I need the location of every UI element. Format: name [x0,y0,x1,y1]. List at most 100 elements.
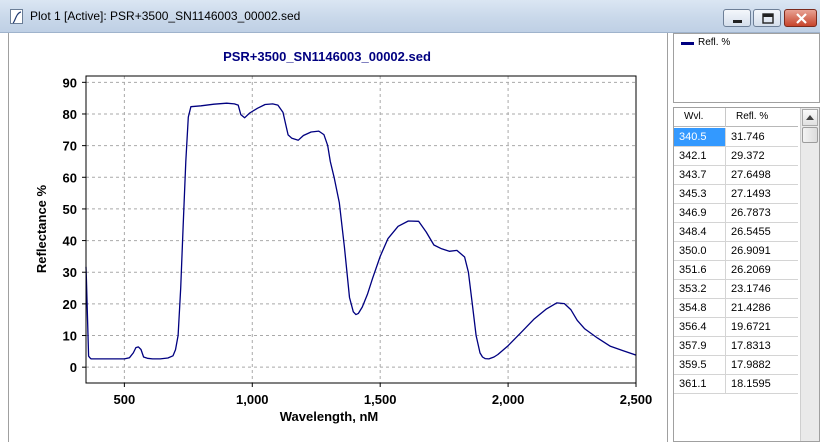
y-tick-label: 20 [63,297,77,312]
cell-reflectance[interactable]: 26.7873 [731,207,771,219]
cell-wavelength[interactable]: 340.5 [679,131,707,143]
cell-divider [725,261,726,280]
table-row[interactable]: 350.0 26.9091 [674,242,798,261]
table-row[interactable]: 356.4 19.6721 [674,318,798,337]
data-table[interactable]: Wvl. Refl. % 340.5 31.746 342.1 29.372 343.7… [673,107,820,442]
maximize-button[interactable] [753,9,781,27]
cell-divider [725,356,726,375]
cell-reflectance[interactable]: 31.746 [731,131,765,143]
y-tick-label: 90 [63,75,77,90]
close-icon [796,13,807,24]
cell-reflectance[interactable]: 27.6498 [731,169,771,181]
cell-reflectance[interactable]: 18.1595 [731,378,771,390]
table-row[interactable]: 348.4 26.5455 [674,223,798,242]
cell-wavelength[interactable]: 351.6 [679,264,707,276]
cell-wavelength[interactable]: 361.1 [679,378,707,390]
window-title-bar: Plot 1 [Active]: PSR+3500_SN1146003_0000… [0,0,820,33]
legend-swatch [681,42,694,45]
cell-reflectance[interactable]: 21.4286 [731,302,771,314]
scroll-up-button[interactable] [802,109,818,126]
cell-divider [725,318,726,337]
cell-divider [725,166,726,185]
cell-reflectance[interactable]: 23.1746 [731,283,771,295]
table-row[interactable]: 345.3 27.1493 [674,185,798,204]
window-title: Plot 1 [Active]: PSR+3500_SN1146003_0000… [30,9,301,23]
cell-divider [725,242,726,261]
cell-divider [725,375,726,394]
y-tick-label: 60 [63,170,77,185]
table-row[interactable]: 357.9 17.8313 [674,337,798,356]
x-tick-label: 1,500 [364,392,397,407]
cell-reflectance[interactable]: 26.5455 [731,226,771,238]
y-tick-label: 50 [63,202,77,217]
column-divider [725,108,726,127]
cell-reflectance[interactable]: 29.372 [731,150,765,162]
cell-divider [725,280,726,299]
cell-reflectance[interactable]: 27.1493 [731,188,771,200]
cell-divider [725,147,726,166]
cell-wavelength[interactable]: 345.3 [679,188,707,200]
table-row[interactable]: 353.2 23.1746 [674,280,798,299]
maximize-icon [762,13,774,24]
legend: Refl. % [673,33,820,103]
cell-reflectance[interactable]: 17.9882 [731,359,771,371]
chevron-up-icon [806,115,814,120]
table-body: 340.5 31.746 342.1 29.372 343.7 27.6498 345.3 2… [674,128,798,394]
table-row[interactable]: 340.5 31.746 [674,128,798,147]
cell-wavelength[interactable]: 354.8 [679,302,707,314]
y-tick-label: 10 [63,329,77,344]
legend-label: Refl. % [698,37,731,48]
cell-reflectance[interactable]: 19.6721 [731,321,771,333]
x-tick-label: 2,500 [620,392,653,407]
cell-divider [725,337,726,356]
x-tick-label: 2,000 [492,392,525,407]
cell-wavelength[interactable]: 346.9 [679,207,707,219]
series-line-reflectance [85,102,637,360]
y-axis-label: Reflectance % [34,184,49,273]
column-header-wavelength[interactable]: Wvl. [684,111,703,122]
cell-divider [725,223,726,242]
table-row[interactable]: 351.6 26.2069 [674,261,798,280]
cell-divider [725,204,726,223]
plot-area-border [85,75,637,384]
y-tick-label: 40 [63,234,77,249]
plot-panel: PSR+3500_SN1146003_00002.sed 0 10 20 30 40 50… [8,33,668,442]
cell-wavelength[interactable]: 350.0 [679,245,707,257]
table-header: Wvl. Refl. % [674,108,798,127]
minimize-icon [733,20,742,23]
table-row[interactable]: 343.7 27.6498 [674,166,798,185]
cell-wavelength[interactable]: 353.2 [679,283,707,295]
cell-wavelength[interactable]: 356.4 [679,321,707,333]
close-button[interactable] [784,9,817,27]
y-tick-label: 30 [63,265,77,280]
table-row[interactable]: 354.8 21.4286 [674,299,798,318]
y-tick-label: 0 [70,360,77,375]
table-row[interactable]: 346.9 26.7873 [674,204,798,223]
cell-wavelength[interactable]: 343.7 [679,169,707,181]
plot-icon [10,9,23,24]
cell-wavelength[interactable]: 359.5 [679,359,707,371]
x-axis-label: Wavelength, nM [280,409,378,424]
y-tick-label: 80 [63,107,77,122]
cell-reflectance[interactable]: 26.9091 [731,245,771,257]
reflectance-chart[interactable]: PSR+3500_SN1146003_00002.sed 0 10 20 30 40 50… [9,33,667,442]
scroll-thumb[interactable] [802,127,818,143]
cell-wavelength[interactable]: 357.9 [679,340,707,352]
cell-divider [725,128,726,147]
cell-divider [725,185,726,204]
y-tick-label: 70 [63,139,77,154]
x-tick-label: 1,000 [236,392,269,407]
table-scrollbar[interactable] [800,108,819,441]
table-row[interactable]: 361.1 18.1595 [674,375,798,394]
cell-wavelength[interactable]: 342.1 [679,150,707,162]
cell-wavelength[interactable]: 348.4 [679,226,707,238]
x-tick-label: 500 [114,392,136,407]
cell-reflectance[interactable]: 17.8313 [731,340,771,352]
table-row[interactable]: 342.1 29.372 [674,147,798,166]
table-row[interactable]: 359.5 17.9882 [674,356,798,375]
cell-reflectance[interactable]: 26.2069 [731,264,771,276]
cell-divider [725,299,726,318]
column-header-reflectance[interactable]: Refl. % [736,111,768,122]
chart-title: PSR+3500_SN1146003_00002.sed [223,49,431,64]
minimize-button[interactable] [723,9,751,27]
